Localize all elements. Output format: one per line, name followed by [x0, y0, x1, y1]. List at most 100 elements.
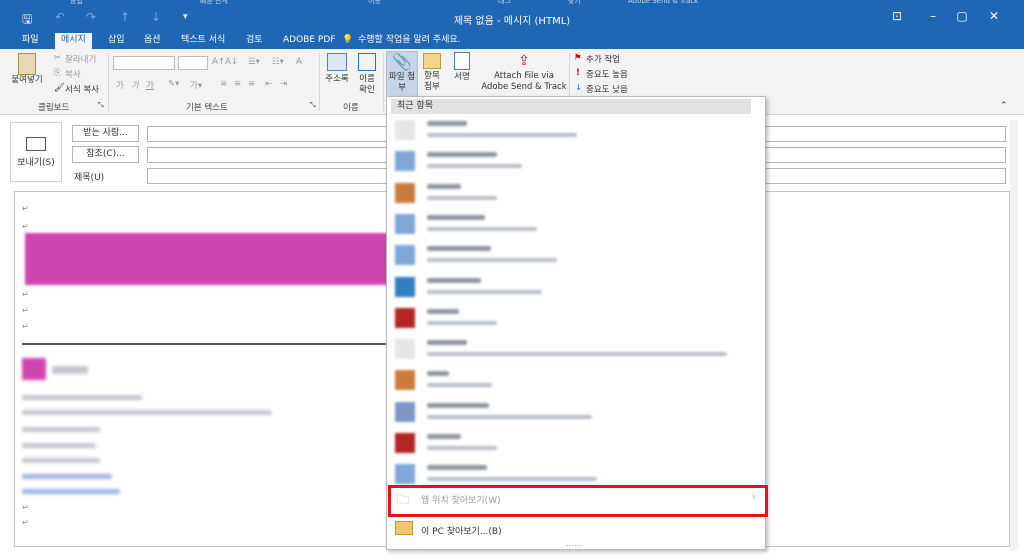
- recent-file-item[interactable]: [391, 178, 751, 210]
- file-thumbnail-icon: [395, 433, 415, 453]
- bold-icon[interactable]: 가: [116, 79, 124, 91]
- signature-button[interactable]: 서명: [449, 51, 475, 99]
- italic-icon[interactable]: 가: [131, 79, 139, 91]
- blurred-file-path: [427, 477, 597, 482]
- file-thumbnail-icon: [395, 213, 415, 234]
- browse-this-pc[interactable]: 이 PC 찾아보기...(B): [391, 518, 763, 540]
- tab-insert[interactable]: 삽입: [102, 33, 131, 49]
- dialog-launcher-icon[interactable]: ⤡: [98, 101, 104, 110]
- to-button[interactable]: 받는 사람...: [72, 125, 139, 142]
- paste-button[interactable]: 붙여넣기: [8, 53, 46, 95]
- tab-options[interactable]: 옵션: [138, 33, 167, 49]
- blurred-file-name: [427, 465, 487, 471]
- recent-file-item[interactable]: [391, 146, 751, 178]
- file-thumbnail-icon: [395, 151, 415, 172]
- recent-file-item[interactable]: [391, 365, 751, 397]
- tab-adobe-pdf[interactable]: ADOBE PDF: [277, 33, 341, 49]
- recent-file-item[interactable]: [391, 240, 751, 272]
- tab-format-text[interactable]: 텍스트 서식: [175, 33, 231, 49]
- file-thumbnail-icon: [395, 182, 415, 203]
- attach-item-button[interactable]: 항목 첨부: [420, 51, 444, 99]
- blurred-file-name: [427, 214, 485, 220]
- recent-file-item[interactable]: [391, 428, 751, 460]
- ribbon-tabs: 파일 메시지 삽입 옵션 텍스트 서식 검토 ADOBE PDF 💡 수행할 작…: [0, 33, 1024, 49]
- font-size-combo[interactable]: [178, 56, 208, 70]
- envelope-icon: [423, 53, 441, 69]
- tab-message[interactable]: 메시지: [55, 33, 92, 49]
- shrink-font-icon[interactable]: A↓: [225, 57, 238, 67]
- paragraph-mark: ↵: [22, 503, 29, 512]
- recent-file-item[interactable]: [391, 397, 751, 429]
- send-button[interactable]: 보내기(S): [10, 122, 62, 182]
- font-color-icon[interactable]: 가▾: [190, 79, 202, 91]
- highlight-icon[interactable]: ✎▾: [168, 79, 179, 89]
- ghost-label: 태그: [498, 0, 511, 5]
- align-center-icon[interactable]: ≡: [234, 79, 241, 89]
- recent-file-item[interactable]: [391, 303, 751, 335]
- grow-font-icon[interactable]: A↑: [212, 57, 225, 67]
- clear-format-icon[interactable]: A̶: [296, 57, 302, 67]
- send-icon: [26, 137, 46, 151]
- logo: [22, 358, 46, 380]
- blurred-file-path: [427, 446, 497, 450]
- bullets-icon[interactable]: ☰▾: [248, 57, 260, 67]
- copy-button[interactable]: 복사: [65, 68, 81, 80]
- ghost-label: Adobe Send & Track: [628, 0, 699, 5]
- adobe-label: Adobe Send & Track: [481, 82, 567, 92]
- blurred-file-name: [427, 308, 459, 314]
- minimize-icon[interactable]: –: [924, 9, 942, 23]
- resize-grip[interactable]: ⋯⋯: [566, 541, 582, 550]
- check-names-button[interactable]: 이름 확인: [354, 53, 380, 97]
- cc-button[interactable]: 참조(C)...: [72, 146, 139, 163]
- dialog-launcher-icon[interactable]: ⤡: [310, 101, 316, 110]
- address-book-icon: [327, 53, 347, 71]
- decrease-indent-icon[interactable]: ⇤: [265, 79, 272, 89]
- separator: [108, 53, 109, 111]
- blurred-text: [22, 458, 100, 463]
- highlight-box: [388, 485, 768, 517]
- recent-file-item[interactable]: [391, 334, 751, 366]
- cut-button[interactable]: 잘라내기: [65, 53, 96, 65]
- adobe-send-track-button[interactable]: ⇪ Attach File via Adobe Send & Track: [480, 51, 568, 99]
- ribbon-display-icon[interactable]: ⊡: [888, 9, 906, 23]
- tab-file[interactable]: 파일: [16, 33, 45, 49]
- address-book-button[interactable]: 주소록: [322, 53, 352, 97]
- format-painter-button[interactable]: 서식 복사: [65, 83, 99, 95]
- tab-review[interactable]: 검토: [240, 33, 269, 49]
- recent-file-item[interactable]: [391, 272, 751, 304]
- numbering-icon[interactable]: ☷▾: [272, 57, 284, 67]
- paragraph-mark: ↵: [22, 322, 29, 331]
- names-group-label: 이름: [343, 103, 359, 113]
- blurred-link[interactable]: [22, 474, 112, 479]
- blurred-file-name: [427, 152, 497, 158]
- increase-indent-icon[interactable]: ⇥: [280, 79, 287, 89]
- align-left-icon[interactable]: ≡: [220, 79, 227, 89]
- tell-me-search[interactable]: 수행할 작업을 알려 주세요.: [352, 33, 467, 49]
- file-thumbnail-icon: [395, 307, 415, 328]
- collapse-ribbon-icon[interactable]: ⌃: [1000, 101, 1008, 111]
- attach-file-label: 파일 첨: [388, 72, 416, 82]
- file-thumbnail-icon: [395, 464, 415, 485]
- attach-file-button[interactable]: 📎 파일 첨 부: [386, 51, 418, 99]
- maximize-icon[interactable]: ▢: [953, 9, 971, 23]
- body-scrollbar[interactable]: [1010, 120, 1018, 550]
- blurred-file-path: [427, 383, 492, 388]
- high-importance-button[interactable]: 중요도 높음: [586, 68, 628, 80]
- browse-pc-label: 이 PC 찾아보기...(B): [421, 527, 502, 537]
- blurred-file-name: [427, 340, 467, 346]
- blurred-link[interactable]: [22, 489, 120, 494]
- blurred-file-path: [427, 320, 497, 325]
- underline-icon[interactable]: 가: [146, 79, 154, 91]
- align-right-icon[interactable]: ≡: [248, 79, 255, 89]
- font-name-combo[interactable]: [113, 56, 175, 70]
- send-label: 보내기(S): [17, 158, 55, 168]
- follow-up-button[interactable]: 추가 작업: [586, 53, 620, 65]
- recent-file-item[interactable]: [391, 209, 751, 241]
- low-importance-button[interactable]: 중요도 낮음: [586, 83, 628, 95]
- recent-file-item[interactable]: [391, 115, 751, 147]
- paragraph-mark: ↵: [22, 518, 29, 527]
- adobe-attach-icon: ⇪: [518, 53, 530, 69]
- blurred-file-path: [427, 414, 592, 419]
- close-icon[interactable]: ✕: [985, 9, 1003, 23]
- check-names-label: 이름: [359, 74, 375, 84]
